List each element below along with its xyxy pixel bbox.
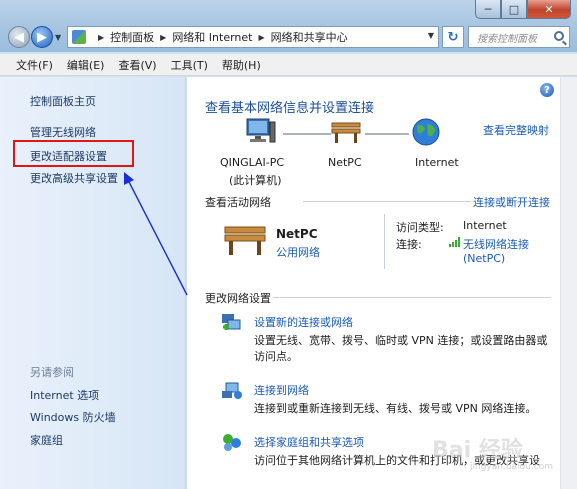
connection-value-sub[interactable]: (NetPC) <box>463 252 505 265</box>
task-homegroup-link[interactable]: 选择家庭组和共享选项 <box>254 434 364 450</box>
sidebar-item-manage-wireless[interactable]: 管理无线网络 <box>30 124 96 140</box>
sidebar-item-firewall[interactable]: Windows 防火墙 <box>30 409 116 425</box>
control-panel-icon <box>72 30 86 44</box>
active-networks-heading: 查看活动网络 <box>205 196 271 209</box>
map-computer-sub: (此计算机) <box>229 174 282 187</box>
sidebar-item-advanced-sharing[interactable]: 更改高级共享设置 <box>30 170 118 186</box>
sidebar-item-home[interactable]: 控制面板主页 <box>30 93 96 109</box>
full-map-link[interactable]: 查看完整映射 <box>483 122 549 138</box>
main-panel: ? 查看基本网络信息并设置连接 查看完整映射 QINGLAI-PC (此计算机)… <box>187 77 577 489</box>
search-placeholder: 搜索控制面板 <box>477 33 537 45</box>
menu-file[interactable]: 文件(F) <box>16 57 53 73</box>
sidebar-item-internet-options[interactable]: Internet 选项 <box>30 387 99 403</box>
map-internet-label: Internet <box>415 156 459 169</box>
window-controls: ─ □ ✕ <box>475 0 571 19</box>
divider <box>384 214 385 269</box>
homegroup-icon <box>223 434 241 451</box>
see-also-heading: 另请参阅 <box>30 366 74 379</box>
connect-disconnect-link[interactable]: 连接或断开连接 <box>473 194 550 210</box>
bench-network-icon <box>224 226 266 255</box>
menu-edit[interactable]: 编辑(E) <box>67 57 105 73</box>
task-connect-network-desc: 连接到或重新连接到无线、有线、拨号或 VPN 网络连接。 <box>254 402 537 415</box>
sidebar: 控制面板主页 管理无线网络 更改适配器设置 更改高级共享设置 另请参阅 Inte… <box>0 77 186 489</box>
help-icon[interactable]: ? <box>540 83 554 97</box>
page-title: 查看基本网络信息并设置连接 <box>205 101 375 116</box>
menu-bar: 文件(F) 编辑(E) 查看(V) 工具(T) 帮助(H) <box>0 54 577 76</box>
change-settings-heading: 更改网络设置 <box>205 292 271 305</box>
breadcrumb-network-internet[interactable]: 网络和 Internet <box>172 29 252 45</box>
watermark-url: jingyan.baidu.com <box>470 462 554 472</box>
task-connect-network-link[interactable]: 连接到网络 <box>254 382 309 398</box>
minimize-button[interactable]: ─ <box>475 0 501 19</box>
highlight-box <box>13 140 134 167</box>
connection-value-link[interactable]: 无线网络连接 <box>463 236 529 252</box>
menu-help[interactable]: 帮助(H) <box>222 57 261 73</box>
network-type-link[interactable]: 公用网络 <box>276 244 320 260</box>
computer-icon <box>246 118 276 143</box>
access-type-value: Internet <box>463 219 507 232</box>
chevron-right-icon[interactable]: ▶ <box>259 33 265 42</box>
forward-arrow-icon[interactable]: ▶ <box>31 26 53 48</box>
connection-label: 连接: <box>396 238 422 251</box>
map-connection-line <box>365 133 409 135</box>
map-network-name: NetPC <box>328 156 362 169</box>
close-button[interactable]: ✕ <box>527 0 571 19</box>
sidebar-item-homegroup[interactable]: 家庭组 <box>30 432 63 448</box>
chevron-down-icon[interactable]: ▼ <box>428 31 434 40</box>
task-new-connection-desc: 设置无线、宽带、拨号、临时或 VPN 连接；或设置路由器或访问点。 <box>254 334 548 363</box>
menu-view[interactable]: 查看(V) <box>118 57 156 73</box>
map-connection-line <box>283 133 331 135</box>
search-input[interactable]: 搜索控制面板 <box>468 26 570 48</box>
breadcrumb-control-panel[interactable]: 控制面板 <box>110 29 154 45</box>
map-computer-name: QINGLAI-PC <box>220 156 285 169</box>
bench-network-icon <box>331 122 361 143</box>
menu-tools[interactable]: 工具(T) <box>171 57 208 73</box>
task-new-connection-link[interactable]: 设置新的连接或网络 <box>254 314 353 330</box>
connect-network-icon <box>222 382 242 399</box>
refresh-icon[interactable]: ↻ <box>442 26 464 48</box>
divider <box>303 201 471 202</box>
recent-pages-dropdown-icon[interactable]: ▼ <box>55 33 61 42</box>
access-type-label: 访问类型: <box>396 221 444 234</box>
title-bar: ─ □ ✕ ◀ ▶ ▼ ▶ 控制面板 ▶ 网络和 Internet ▶ 网络和共… <box>0 0 577 52</box>
maximize-button[interactable]: □ <box>501 0 527 19</box>
signal-bars-icon <box>449 237 460 247</box>
scrollbar[interactable] <box>560 77 577 489</box>
new-connection-icon <box>222 314 241 330</box>
active-network-name: NetPC <box>276 227 318 241</box>
chevron-right-icon[interactable]: ▶ <box>160 33 166 42</box>
search-icon[interactable] <box>554 31 564 41</box>
address-bar[interactable]: ▶ 控制面板 ▶ 网络和 Internet ▶ 网络和共享中心 ▼ <box>67 26 439 48</box>
divider <box>273 297 551 298</box>
chevron-right-icon[interactable]: ▶ <box>98 33 104 42</box>
breadcrumb-network-sharing[interactable]: 网络和共享中心 <box>271 29 348 45</box>
watermark-logo: Bai 经验 <box>432 438 523 463</box>
globe-icon <box>412 118 440 146</box>
back-arrow-icon[interactable]: ◀ <box>8 26 30 48</box>
